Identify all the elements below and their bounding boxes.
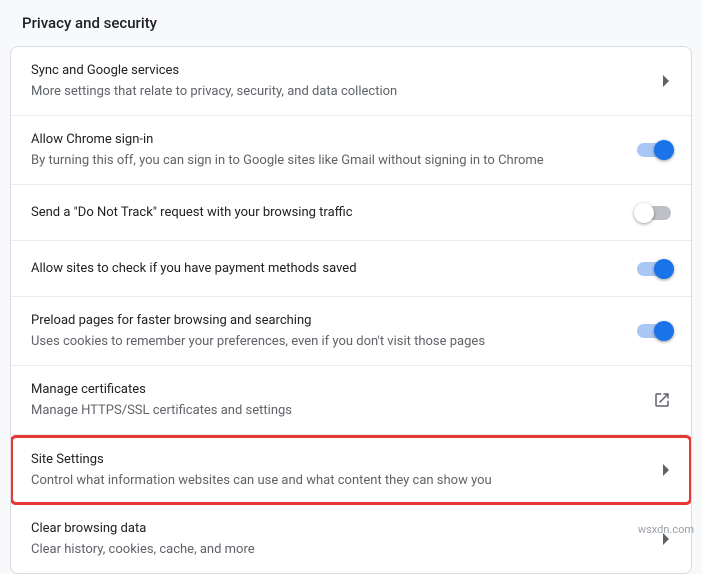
row-title: Send a "Do Not Track" request with your … [31, 203, 621, 223]
row-text: Allow sites to check if you have payment… [31, 259, 621, 279]
chevron-right-icon [663, 464, 671, 476]
page-title: Privacy and security [10, 14, 692, 46]
row-title: Allow sites to check if you have payment… [31, 259, 621, 279]
toggle-off-icon [637, 206, 671, 220]
row-title: Site Settings [31, 450, 647, 470]
row-title: Allow Chrome sign-in [31, 130, 621, 150]
row-title: Sync and Google services [31, 61, 647, 81]
toggle-on-icon [637, 324, 671, 338]
row-title: Preload pages for faster browsing and se… [31, 311, 621, 331]
privacy-security-card: Sync and Google services More settings t… [10, 46, 692, 574]
row-desc: Clear history, cookies, cache, and more [31, 540, 647, 559]
row-sync-google-services[interactable]: Sync and Google services More settings t… [11, 47, 691, 116]
row-desc: Uses cookies to remember your preference… [31, 332, 621, 351]
row-text: Site Settings Control what information w… [31, 450, 647, 490]
toggle-allow-chrome-signin[interactable] [637, 143, 671, 157]
row-text: Clear browsing data Clear history, cooki… [31, 519, 647, 559]
chevron-right-icon [663, 75, 671, 87]
row-desc: Manage HTTPS/SSL certificates and settin… [31, 401, 637, 420]
row-text: Send a "Do Not Track" request with your … [31, 203, 621, 223]
row-title: Manage certificates [31, 380, 637, 400]
row-site-settings[interactable]: Site Settings Control what information w… [13, 438, 689, 502]
row-preload-pages[interactable]: Preload pages for faster browsing and se… [11, 297, 691, 366]
toggle-payment-methods[interactable] [637, 262, 671, 276]
toggle-on-icon [637, 262, 671, 276]
highlight-annotation: Site Settings Control what information w… [10, 435, 692, 505]
row-clear-browsing-data[interactable]: Clear browsing data Clear history, cooki… [11, 505, 691, 573]
row-desc: More settings that relate to privacy, se… [31, 82, 647, 101]
row-text: Preload pages for faster browsing and se… [31, 311, 621, 351]
row-desc: Control what information websites can us… [31, 471, 647, 490]
row-text: Sync and Google services More settings t… [31, 61, 647, 101]
toggle-do-not-track[interactable] [637, 206, 671, 220]
watermark: wsxdn.com [638, 523, 694, 536]
row-payment-methods[interactable]: Allow sites to check if you have payment… [11, 241, 691, 297]
row-text: Manage certificates Manage HTTPS/SSL cer… [31, 380, 637, 420]
toggle-on-icon [637, 143, 671, 157]
toggle-preload-pages[interactable] [637, 324, 671, 338]
open-external-icon [653, 391, 671, 409]
row-manage-certificates[interactable]: Manage certificates Manage HTTPS/SSL cer… [11, 366, 691, 435]
row-allow-chrome-signin[interactable]: Allow Chrome sign-in By turning this off… [11, 116, 691, 185]
row-text: Allow Chrome sign-in By turning this off… [31, 130, 621, 170]
row-do-not-track[interactable]: Send a "Do Not Track" request with your … [11, 185, 691, 241]
row-desc: By turning this off, you can sign in to … [31, 151, 621, 170]
row-title: Clear browsing data [31, 519, 647, 539]
